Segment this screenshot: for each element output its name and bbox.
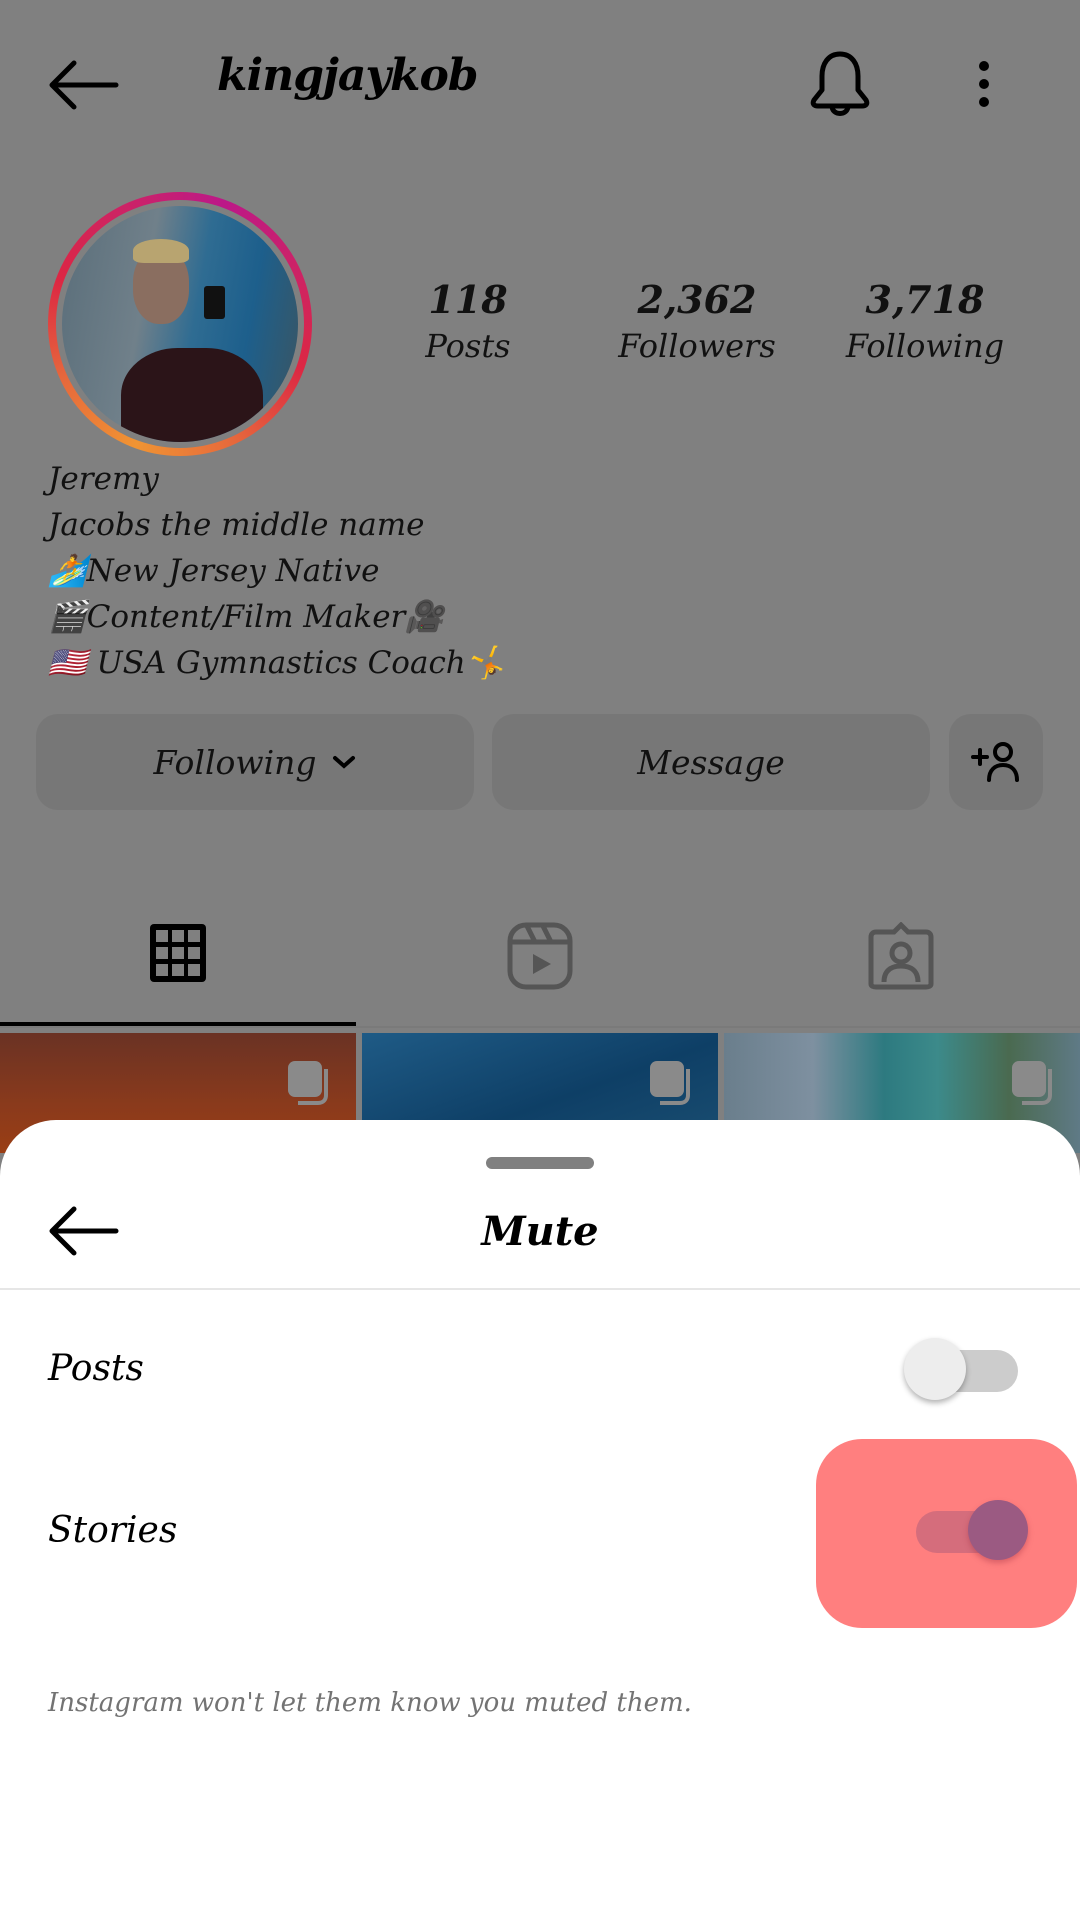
bio-name: Jeremy	[48, 461, 159, 497]
stat-followers[interactable]: 2,362 Followers	[612, 276, 782, 368]
mute-bottom-sheet: Mute Posts Stories Instagram won't let t…	[0, 1120, 1080, 1920]
stat-posts[interactable]: 118 Posts	[383, 276, 553, 368]
stat-followers-label: Followers	[618, 327, 776, 365]
stat-posts-count: 118	[428, 277, 508, 322]
profile-bio: Jeremy Jacobs the middle name 🏄New Jerse…	[48, 456, 504, 686]
sheet-title: Mute	[481, 1208, 599, 1255]
bio-line: 🎬Content/Film Maker🎥	[48, 599, 444, 635]
mute-stories-toggle[interactable]	[916, 1500, 1030, 1562]
suggest-people-button[interactable]	[949, 714, 1043, 810]
bio-line: 🏄New Jersey Native	[48, 553, 380, 589]
following-button[interactable]: Following	[36, 714, 474, 810]
tab-divider	[0, 1026, 1080, 1028]
mute-posts-toggle[interactable]	[904, 1338, 1020, 1400]
carousel-icon	[288, 1061, 328, 1105]
profile-avatar[interactable]	[48, 192, 312, 456]
mute-stories-label: Stories	[48, 1510, 178, 1551]
mute-privacy-note: Instagram won't let them know you muted …	[48, 1688, 692, 1718]
sheet-drag-handle[interactable]	[486, 1157, 594, 1169]
bell-icon[interactable]	[808, 50, 872, 120]
message-button[interactable]: Message	[492, 714, 930, 810]
bio-line: 🇺🇸 USA Gymnastics Coach🤸	[48, 645, 505, 681]
following-button-label: Following	[153, 742, 317, 782]
bio-line: Jacobs the middle name	[48, 507, 425, 543]
carousel-icon	[1012, 1061, 1052, 1105]
avatar-photo	[62, 206, 298, 442]
back-arrow-icon[interactable]	[48, 60, 120, 110]
stat-posts-label: Posts	[425, 327, 511, 365]
stat-followers-count: 2,362	[637, 277, 757, 322]
tagged-icon[interactable]	[868, 922, 934, 990]
sheet-divider	[0, 1288, 1080, 1290]
add-person-icon	[971, 742, 1019, 782]
carousel-icon	[650, 1061, 690, 1105]
chevron-down-icon	[332, 756, 355, 769]
message-button-label: Message	[637, 742, 785, 782]
more-vertical-icon[interactable]	[964, 56, 1004, 114]
grid-icon[interactable]	[148, 922, 208, 984]
stat-following[interactable]: 3,718 Following	[840, 276, 1010, 368]
stat-following-count: 3,718	[865, 277, 985, 322]
stat-following-label: Following	[845, 327, 1005, 365]
mute-posts-label: Posts	[48, 1348, 144, 1389]
reels-icon[interactable]	[507, 922, 573, 990]
profile-username: kingjaykob	[217, 50, 479, 101]
